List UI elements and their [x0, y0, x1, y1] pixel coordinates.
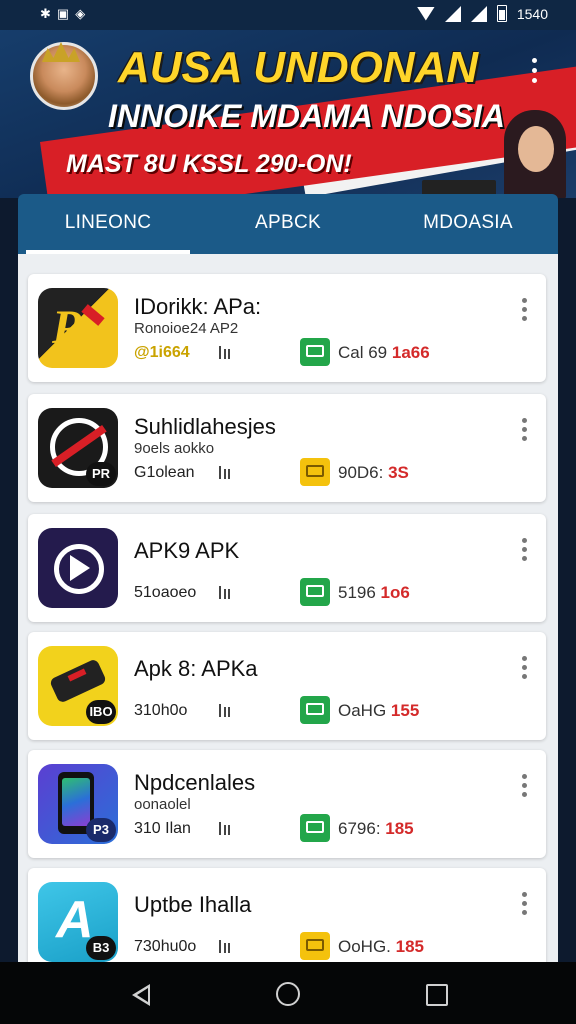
store-icon [300, 578, 330, 606]
more-options-icon[interactable] [532, 58, 538, 88]
status-right: 1540 [416, 5, 548, 22]
system-nav-bar [0, 962, 576, 1024]
downloads-icon [216, 702, 232, 718]
app-meta: 51oaoeo [134, 584, 197, 601]
app-size: 90D6: 3S [338, 463, 409, 482]
app-store-icon: A B3 [38, 882, 118, 962]
app-name: Uptbe Ihalla [134, 892, 252, 917]
list-item[interactable]: P IDorikk: APa: Ronoioe24 AP2 @1i664 Cal… [28, 274, 546, 382]
wifi-icon [416, 6, 435, 21]
app-meta: 730hu0o [134, 938, 197, 955]
store-icon [300, 814, 330, 842]
list-item[interactable]: PR Suhlidlahesjes 9oels aokko G1olean 90… [28, 394, 546, 502]
app-developer: oonaolel [134, 796, 191, 813]
home-icon[interactable] [276, 982, 300, 1006]
recent-apps-icon[interactable] [426, 984, 448, 1006]
downloads-icon [216, 938, 232, 954]
smartphone-icon: P3 [38, 764, 118, 844]
banner-promo: MAST 8U KSSL 290-ON! [66, 150, 352, 178]
app-meta: 310 Ilan [134, 820, 191, 837]
tab-apbck[interactable]: APBCK [198, 194, 378, 254]
banner-subtitle: INNOIKE MDAMA NDOSIA [108, 98, 506, 134]
status-bar: ✱ ▣ ◈ 1540 [0, 0, 576, 30]
more-options-icon[interactable] [522, 656, 528, 683]
more-options-icon[interactable] [522, 418, 528, 445]
promo-banner[interactable]: AUSA UNDONAN INNOIKE MDAMA NDOSIA MAST 8… [0, 30, 576, 198]
store-icon [300, 458, 330, 486]
list-item[interactable]: IBO Apk 8: APKa 310h0o OaHG 155 [28, 632, 546, 740]
app-size: 6796: 185 [338, 819, 414, 838]
tab-bar: LINEONC APBCK MDOASIA [18, 194, 558, 254]
tab-mdoasia[interactable]: MDOASIA [378, 194, 558, 254]
more-options-icon[interactable] [522, 774, 528, 801]
app-name: Suhlidlahesjes [134, 414, 276, 439]
icon-badge: IBO [86, 700, 116, 724]
icon-badge: B3 [86, 936, 116, 960]
more-options-icon[interactable] [522, 538, 528, 565]
photo-icon: ▣ [56, 6, 70, 21]
app-name: Npdcenlales [134, 770, 256, 795]
play-icon [38, 528, 118, 608]
app-meta: @1i664 [134, 344, 190, 361]
app-developer: Ronoioe24 AP2 [134, 320, 239, 337]
downloads-icon [216, 344, 232, 360]
app-developer: 9oels aokko [134, 440, 215, 457]
app-name: APK9 APK [134, 538, 240, 563]
more-options-icon[interactable] [522, 892, 528, 919]
icon-badge: PR [86, 462, 116, 486]
status-time: 1540 [516, 5, 548, 22]
signal-icon [444, 5, 461, 22]
icon-badge: P3 [86, 818, 116, 842]
app-meta: G1olean [134, 464, 195, 481]
app-list[interactable]: P IDorikk: APa: Ronoioe24 AP2 @1i664 Cal… [18, 254, 558, 962]
signal-icon-2 [470, 5, 487, 22]
list-item[interactable]: APK9 APK 51oaoeo 5196 1o6 [28, 514, 546, 622]
list-item[interactable]: P3 Npdcenlales oonaolel 310 Ilan 6796: 1… [28, 750, 546, 858]
store-icon [300, 932, 330, 960]
app-size: OoHG. 185 [338, 937, 424, 956]
pen-icon: P [38, 288, 118, 368]
battery-icon [496, 5, 507, 22]
status-left-icons: ✱ ▣ ◈ [40, 6, 85, 22]
banner-title: AUSA UNDONAN [118, 43, 479, 92]
store-icon [300, 696, 330, 724]
store-icon [300, 338, 330, 366]
app-name: Apk 8: APKa [134, 656, 258, 681]
app-size: Cal 69 1a66 [338, 343, 430, 362]
downloads-icon [216, 584, 232, 600]
shield-icon: ◈ [75, 6, 86, 21]
presenter-face [518, 126, 554, 172]
downloads-icon [216, 464, 232, 480]
app-meta: 310h0o [134, 702, 188, 719]
no-access-icon: PR [38, 408, 118, 488]
back-icon-inner [137, 988, 148, 1002]
downloads-icon [216, 820, 232, 836]
app-size: OaHG 155 [338, 701, 420, 720]
phone-device-icon: IBO [38, 646, 118, 726]
list-item[interactable]: A B3 Uptbe Ihalla 730hu0o OoHG. 185 [28, 868, 546, 962]
app-name: IDorikk: APa: [134, 294, 262, 319]
more-options-icon[interactable] [522, 298, 528, 325]
notification-icon: ✱ [40, 6, 51, 21]
tab-lineonc[interactable]: LINEONC [18, 194, 198, 254]
app-size: 5196 1o6 [338, 583, 410, 602]
